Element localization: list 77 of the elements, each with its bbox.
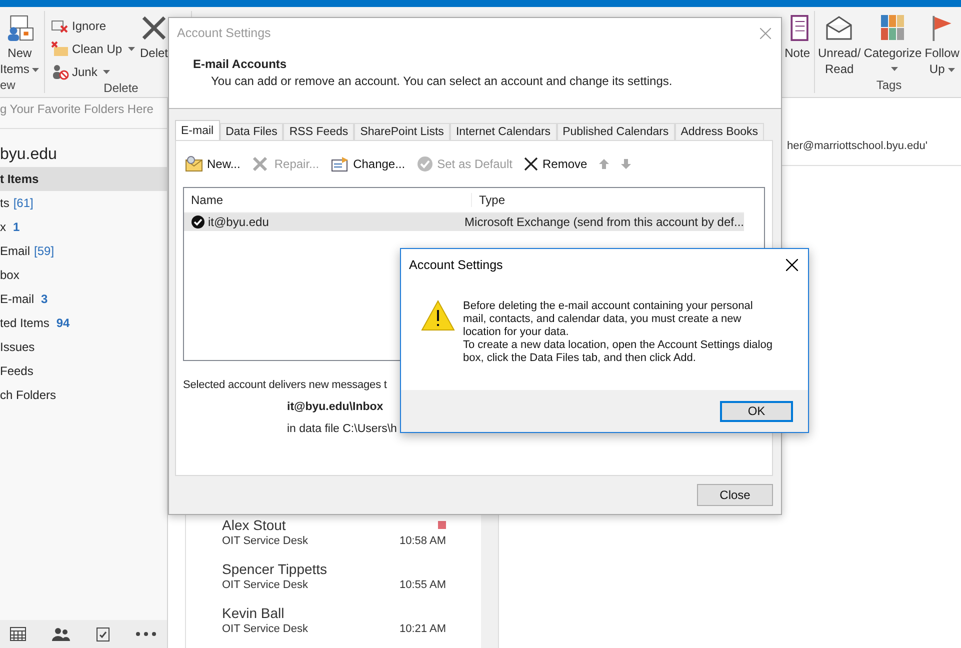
data-file-path: in data file C:\Users\h <box>287 423 397 435</box>
favorites-hint: g Your Favorite Folders Here <box>0 98 167 129</box>
message-from: OIT Service Desk <box>222 578 308 592</box>
change-button[interactable]: Change... <box>331 156 406 172</box>
ignore-button[interactable]: Ignore <box>51 16 139 35</box>
message-time: 10:21 AM <box>400 622 446 636</box>
message-time: 10:58 AM <box>400 534 446 548</box>
message-sender: Alex Stout <box>222 516 286 534</box>
delivery-folder: it@byu.edu\Inbox <box>287 401 384 413</box>
tab[interactable]: Data Files <box>220 123 284 140</box>
folder-item[interactable]: E-mail 3 <box>0 287 167 311</box>
onenote-button[interactable]: Note <box>776 11 810 61</box>
new-items-button[interactable]: New Items <box>0 11 40 77</box>
tab[interactable]: E-mail <box>175 120 220 140</box>
dialog-title: Account Settings <box>409 258 503 272</box>
envelope-icon <box>825 15 854 41</box>
account-row[interactable]: it@byu.edu Microsoft Exchange (send from this account by def... <box>184 213 744 231</box>
junk-icon <box>51 64 69 80</box>
ignore-icon <box>51 18 69 34</box>
column-header[interactable]: Name <box>184 193 471 207</box>
clean-up-icon <box>51 40 69 56</box>
delivery-label: Selected account delivers new messages t <box>183 379 388 391</box>
color-grid-icon <box>880 15 905 41</box>
folder-item[interactable]: ch Folders <box>0 383 167 407</box>
calendar-icon[interactable] <box>10 627 26 641</box>
tab[interactable]: Address Books <box>674 123 764 140</box>
follow-up-button[interactable]: Follow Up <box>924 11 960 77</box>
tasks-icon[interactable] <box>96 626 110 642</box>
tab[interactable]: Published Calendars <box>556 123 675 140</box>
notebook-icon <box>790 15 810 41</box>
folder-item[interactable]: t Items <box>0 167 167 191</box>
message-sender: Spencer Tippetts <box>222 560 328 578</box>
account-name: byu.edu <box>0 145 58 165</box>
column-header[interactable]: Type <box>471 193 506 207</box>
folder-item[interactable]: box <box>0 263 167 287</box>
group-label: Tags <box>875 78 903 93</box>
message-from: OIT Service Desk <box>222 534 308 548</box>
card-icon <box>331 156 350 172</box>
message-text: Before deleting the e-mail account containing your personal mail, contacts, and calendar data, you must create a new location for your data. <box>463 300 754 339</box>
dialog-title: Account Settings <box>177 26 271 40</box>
check-circle-icon <box>417 156 434 172</box>
remove-button[interactable]: Remove <box>524 157 588 171</box>
folder-item[interactable]: Email [59] <box>0 239 167 263</box>
message-time: 10:55 AM <box>400 578 446 592</box>
folder-item[interactable]: Issues <box>0 335 167 359</box>
folder-item[interactable]: x 1 <box>0 215 167 239</box>
close-icon[interactable] <box>786 258 798 270</box>
account-type: Microsoft Exchange (send from this account by def... <box>464 215 744 229</box>
unread-read-button[interactable]: Unread/ Read <box>817 11 862 77</box>
group-label: Delete <box>102 81 140 95</box>
group-label: ew <box>0 78 16 93</box>
cross-icon <box>524 157 538 171</box>
dialog-subtitle: You can add or remove an account. You can select an account and change its settings. <box>210 74 674 88</box>
new-button[interactable]: New... <box>185 156 240 172</box>
tab[interactable]: Internet Calendars <box>450 123 557 140</box>
dialog-heading: E-mail Accounts <box>193 57 288 71</box>
more-icon[interactable] <box>136 632 156 636</box>
folder-item[interactable]: ted Items 94 <box>0 311 167 335</box>
clean-up-button[interactable]: Clean Up <box>51 39 139 58</box>
tab[interactable]: RSS Feeds <box>283 123 354 140</box>
envelope-icon <box>185 156 203 172</box>
delete-button[interactable]: Delet <box>139 11 169 61</box>
recipient-text: her@marriottschool.byu.edu' <box>787 140 928 152</box>
message-from: OIT Service Desk <box>222 622 308 636</box>
junk-button[interactable]: Junk <box>51 62 139 81</box>
ok-button[interactable]: OK <box>720 400 793 422</box>
message-sender: Kevin Ball <box>222 604 284 622</box>
close-button[interactable]: Close <box>697 484 773 506</box>
message-text: To create a new data location, open the Account Settings dialog box, click the Data Files tab, and then click Add. <box>463 339 774 365</box>
folder-item[interactable]: ts [61] <box>0 191 167 215</box>
tab[interactable]: SharePoint Lists <box>354 123 450 140</box>
categorize-button[interactable]: Categorize <box>862 11 923 71</box>
people-icon[interactable] <box>52 627 70 641</box>
account-name: it@byu.edu <box>208 215 269 229</box>
folder-item[interactable]: Feeds <box>0 359 167 383</box>
warning-icon <box>421 300 455 331</box>
flag-icon <box>931 15 954 41</box>
